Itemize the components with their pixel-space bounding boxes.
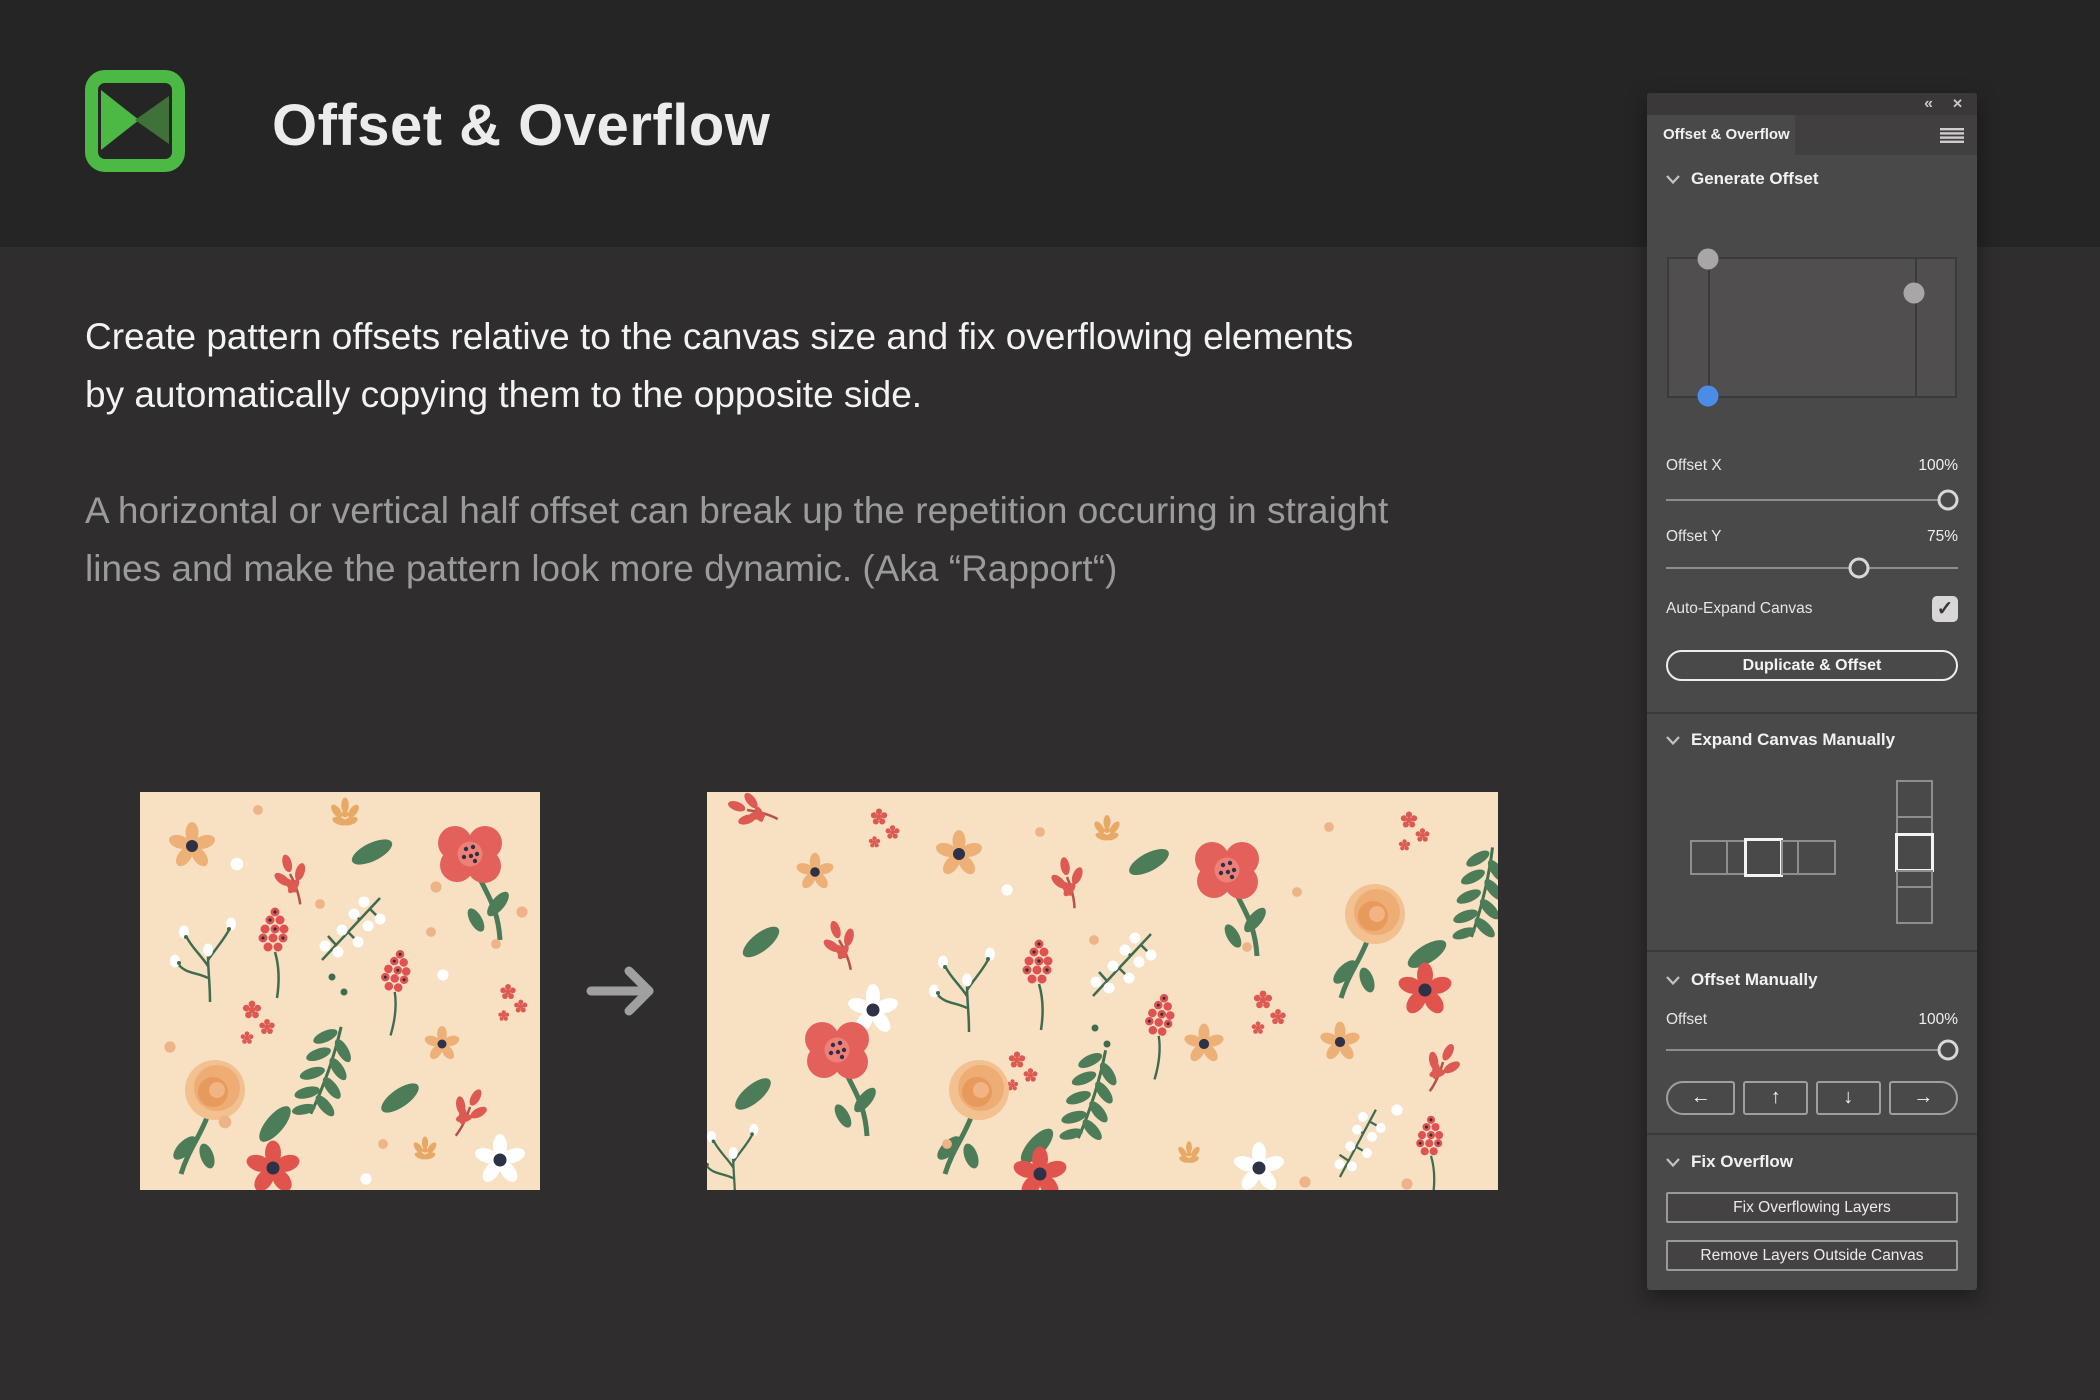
expand-left-button[interactable] [1690, 840, 1728, 875]
intro-p1-line1: Create pattern offsets relative to the c… [85, 316, 1354, 357]
offset-x-value: 100% [1918, 457, 1958, 474]
intro-p2-line1: A horizontal or vertical half offset can… [85, 490, 1389, 531]
nudge-arrows: ← ↑ ↓ → [1666, 1081, 1958, 1115]
close-panel-icon[interactable]: ✕ [1952, 93, 1963, 115]
chevron-down-icon [1666, 174, 1680, 184]
offset-y-slider[interactable] [1666, 557, 1958, 579]
panel-titlebar: « ✕ [1647, 93, 1977, 115]
plugin-logo-icon [85, 70, 185, 172]
auto-expand-label: Auto-Expand Canvas [1666, 600, 1813, 617]
auto-expand-checkbox[interactable]: ✓ [1932, 596, 1958, 622]
expand-left-half-button[interactable] [1726, 840, 1746, 875]
expand-up-button[interactable] [1896, 780, 1933, 818]
section-title: Fix Overflow [1691, 1152, 1794, 1171]
collapse-panel-icon[interactable]: « [1924, 93, 1933, 115]
nudge-up-button[interactable]: ↑ [1743, 1081, 1808, 1115]
intro-paragraph-1: Create pattern offsets relative to the c… [85, 308, 1545, 424]
nudge-right-button[interactable]: → [1888, 1081, 1958, 1115]
panel-menu-icon[interactable] [1940, 128, 1964, 143]
duplicate-offset-button[interactable]: Duplicate & Offset [1666, 650, 1958, 681]
nudge-down-button[interactable]: ↓ [1816, 1081, 1881, 1115]
page-title: Offset & Overflow [272, 93, 771, 158]
intro-p1-line2: by automatically copying them to the opp… [85, 374, 923, 415]
tab-offset-overflow[interactable]: Offset & Overflow [1647, 115, 1795, 155]
expand-canvas-controls [1647, 712, 1977, 950]
fix-overflowing-layers-button[interactable]: Fix Overflowing Layers [1666, 1192, 1958, 1223]
logo-left-triangle [101, 90, 139, 150]
manual-offset-row: Offset 100% [1666, 1009, 1958, 1031]
nudge-left-button[interactable]: ← [1666, 1081, 1736, 1115]
expand-horizontal-strip [1690, 838, 1836, 877]
offset-guide-line-right [1915, 259, 1917, 396]
offset-y-value: 75% [1926, 528, 1958, 545]
section-title: Offset Manually [1691, 970, 1818, 989]
expand-down-button[interactable] [1896, 886, 1933, 924]
slider-track [1666, 1049, 1958, 1051]
section-divider [1647, 1133, 1977, 1135]
remove-layers-outside-canvas-button[interactable]: Remove Layers Outside Canvas [1666, 1240, 1958, 1271]
transform-arrow-icon [583, 960, 665, 1022]
offset-2d-control[interactable] [1667, 248, 1957, 407]
expand-right-button[interactable] [1797, 840, 1836, 875]
manual-offset-label: Offset [1666, 1011, 1708, 1028]
canvas-center-vertical[interactable] [1895, 833, 1934, 872]
section-offset-manually-header[interactable]: Offset Manually [1666, 970, 1958, 990]
offset-x-slider[interactable] [1666, 489, 1959, 511]
canvas-center-horizontal[interactable] [1744, 838, 1783, 877]
manual-offset-value: 100% [1918, 1011, 1958, 1028]
slider-track [1666, 499, 1958, 501]
offset-y-label: Offset Y [1666, 528, 1722, 545]
auto-expand-row: Auto-Expand Canvas ✓ [1666, 596, 1958, 622]
intro-p2-line2: lines and make the pattern look more dyn… [85, 548, 1118, 589]
pattern-before-image [140, 792, 540, 1190]
chevron-down-icon [1666, 1157, 1680, 1167]
section-divider [1647, 950, 1977, 952]
offset-x-label: Offset X [1666, 457, 1722, 474]
section-fix-overflow-header[interactable]: Fix Overflow [1666, 1152, 1958, 1172]
section-title: Generate Offset [1691, 169, 1819, 188]
plugin-panel: « ✕ Offset & Overflow Generate Offset Of… [1647, 93, 1977, 1290]
panel-tab-bar: Offset & Overflow [1647, 115, 1977, 155]
section-generate-offset-header[interactable]: Generate Offset [1666, 169, 1958, 189]
offset-x-guide-line [1708, 259, 1710, 396]
expand-vertical-strip [1895, 780, 1934, 924]
intro-text: Create pattern offsets relative to the c… [85, 308, 1545, 598]
logo-right-triangle [135, 96, 169, 144]
chevron-down-icon [1666, 975, 1680, 985]
pattern-after-image [707, 792, 1498, 1190]
offset-x-row: Offset X 100% [1666, 455, 1958, 477]
intro-paragraph-2: A horizontal or vertical half offset can… [85, 482, 1545, 598]
slider-track [1666, 567, 1958, 569]
manual-offset-slider[interactable] [1666, 1039, 1959, 1061]
offset-y-row: Offset Y 75% [1666, 526, 1958, 548]
